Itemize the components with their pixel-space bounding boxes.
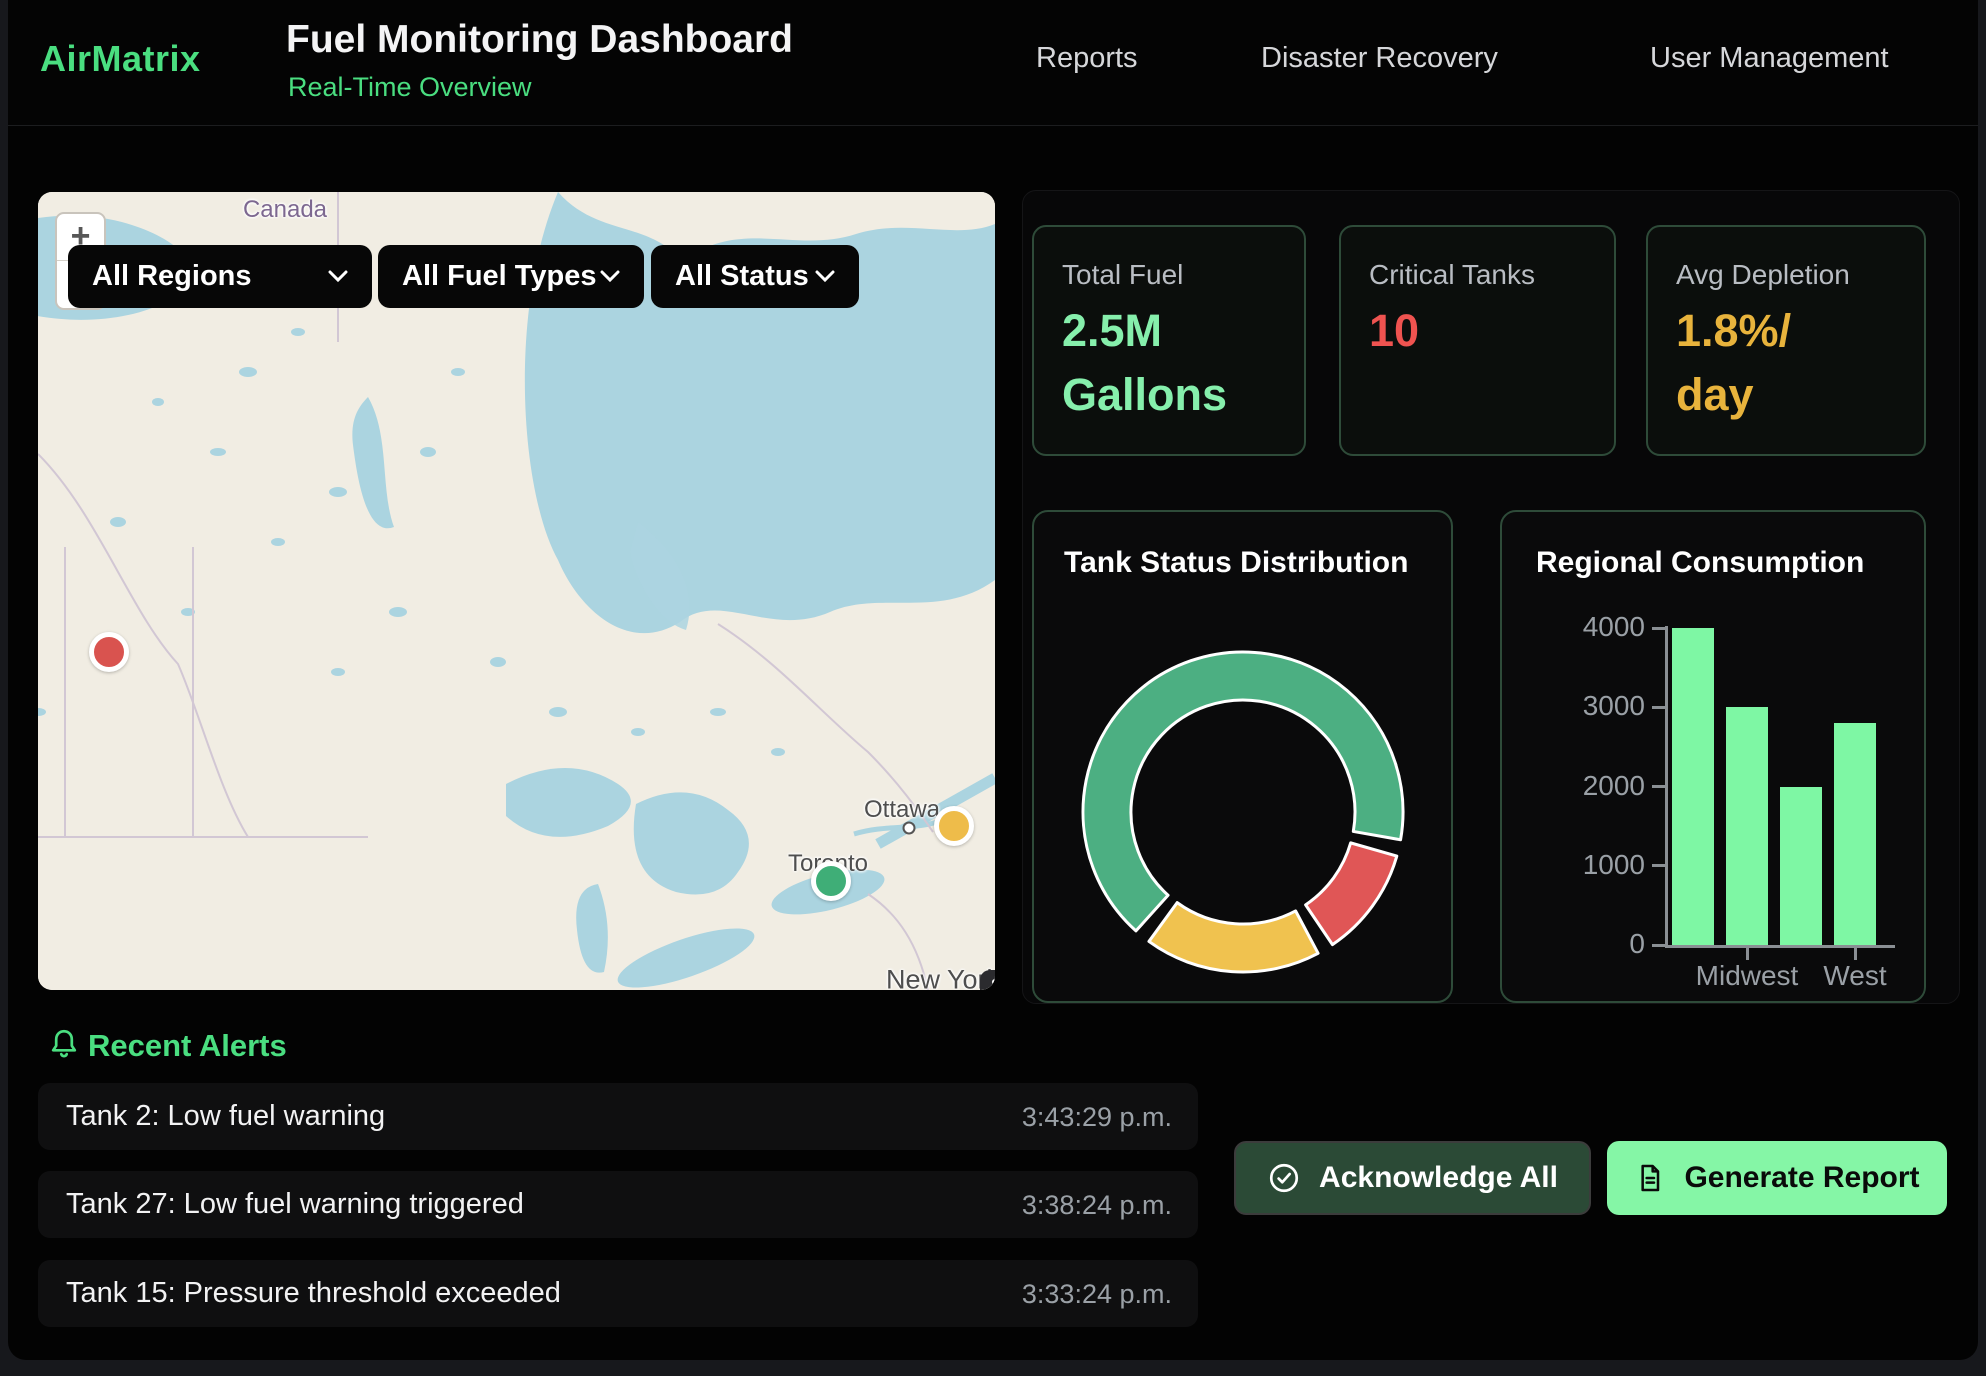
y-axis-tick (1652, 627, 1666, 630)
donut-segment-warning (1149, 903, 1318, 972)
stat-label: Critical Tanks (1369, 259, 1535, 291)
y-axis-tick (1652, 706, 1666, 709)
y-axis-tick-label: 4000 (1555, 611, 1645, 643)
map-label-ottawa: Ottawa (864, 796, 940, 824)
alert-time: 3:38:24 p.m. (1022, 1190, 1172, 1221)
x-axis-tick (1746, 948, 1749, 960)
tank-marker-warning[interactable] (934, 806, 974, 846)
consumption-bar (1672, 628, 1714, 945)
stat-value: 10 (1369, 299, 1419, 363)
y-axis-tick (1652, 785, 1666, 788)
filter-fuel-types-value: All Fuel Types (402, 260, 596, 293)
acknowledge-all-button[interactable]: Acknowledge All (1234, 1141, 1591, 1215)
page-title: Fuel Monitoring Dashboard (286, 18, 793, 62)
nav-disaster-recovery[interactable]: Disaster Recovery (1261, 42, 1498, 75)
alert-row[interactable]: Tank 27: Low fuel warning triggered 3:38… (38, 1171, 1198, 1238)
tank-marker-normal[interactable] (811, 861, 851, 901)
generate-report-label: Generate Report (1684, 1161, 1919, 1195)
filter-status-value: All Status (675, 260, 809, 293)
chart-title: Tank Status Distribution (1064, 546, 1408, 580)
y-axis-tick-label: 0 (1555, 928, 1645, 960)
y-axis-tick (1652, 944, 1666, 947)
stat-value: 1.8%/day (1676, 299, 1791, 427)
regional-consumption-bar-chart: 0 1000 2000 3000 4000 Midwest West (1502, 512, 1928, 1005)
alert-text: Tank 15: Pressure threshold exceeded (66, 1277, 561, 1310)
alert-text: Tank 2: Low fuel warning (66, 1100, 385, 1133)
stat-card-critical-tanks: Critical Tanks 10 (1339, 225, 1616, 456)
brand-logo: AirMatrix (40, 38, 201, 80)
x-axis-line (1665, 945, 1895, 948)
tank-marker-critical[interactable] (89, 632, 129, 672)
x-axis-tick-label: Midwest (1696, 960, 1799, 992)
alert-time: 3:33:24 p.m. (1022, 1279, 1172, 1310)
bell-icon (46, 1026, 82, 1062)
page-subtitle: Real-Time Overview (288, 72, 532, 103)
nav-user-management[interactable]: User Management (1650, 42, 1889, 75)
alert-row[interactable]: Tank 15: Pressure threshold exceeded 3:3… (38, 1260, 1198, 1327)
map-label-new-york: New York (886, 965, 995, 991)
alerts-heading: Recent Alerts (88, 1028, 287, 1064)
x-axis-tick-label: West (1823, 960, 1886, 992)
chevron-down-icon (815, 270, 835, 283)
consumption-bar (1834, 723, 1876, 945)
stat-label: Total Fuel (1062, 259, 1183, 291)
app-window: AirMatrix Fuel Monitoring Dashboard Real… (8, 0, 1978, 1360)
x-axis-tick (1854, 948, 1857, 960)
map-country-label: Canada (243, 196, 327, 224)
consumption-bar (1726, 707, 1768, 945)
stat-value: 2.5MGallons (1062, 299, 1227, 427)
y-axis-tick (1652, 864, 1666, 867)
y-axis-tick-label: 1000 (1555, 849, 1645, 881)
stat-label: Avg Depletion (1676, 259, 1850, 291)
alert-text: Tank 27: Low fuel warning triggered (66, 1188, 524, 1221)
stat-card-avg-depletion: Avg Depletion 1.8%/day (1646, 225, 1926, 456)
document-icon (1634, 1162, 1666, 1194)
header-bar: AirMatrix Fuel Monitoring Dashboard Real… (8, 0, 1978, 126)
tank-status-donut-chart (1034, 512, 1455, 1005)
filter-regions-dropdown[interactable]: All Regions (68, 245, 372, 308)
resize-drag-handle-icon[interactable] (980, 970, 995, 990)
regional-consumption-card: Regional Consumption 01000200030004000Mi… (1500, 510, 1926, 1003)
filter-regions-value: All Regions (92, 260, 252, 293)
y-axis-tick-label: 2000 (1555, 770, 1645, 802)
tank-status-distribution-card: Tank Status Distribution (1032, 510, 1453, 1003)
alert-time: 3:43:29 p.m. (1022, 1102, 1172, 1133)
chevron-down-icon (600, 270, 620, 283)
nav-reports[interactable]: Reports (1036, 42, 1138, 75)
acknowledge-all-label: Acknowledge All (1319, 1161, 1558, 1195)
filter-status-dropdown[interactable]: All Status (651, 245, 859, 308)
generate-report-button[interactable]: Generate Report (1607, 1141, 1947, 1215)
chevron-down-icon (328, 270, 348, 283)
filter-fuel-types-dropdown[interactable]: All Fuel Types (378, 245, 644, 308)
donut-segment-critical (1306, 843, 1397, 945)
map-panel[interactable]: Canada Ottawa Toronto New York + − All R… (38, 192, 995, 990)
alert-row[interactable]: Tank 2: Low fuel warning 3:43:29 p.m. (38, 1083, 1198, 1150)
check-circle-icon (1267, 1161, 1301, 1195)
stat-card-total-fuel: Total Fuel 2.5MGallons (1032, 225, 1306, 456)
y-axis-tick-label: 3000 (1555, 690, 1645, 722)
consumption-bar (1780, 787, 1822, 946)
